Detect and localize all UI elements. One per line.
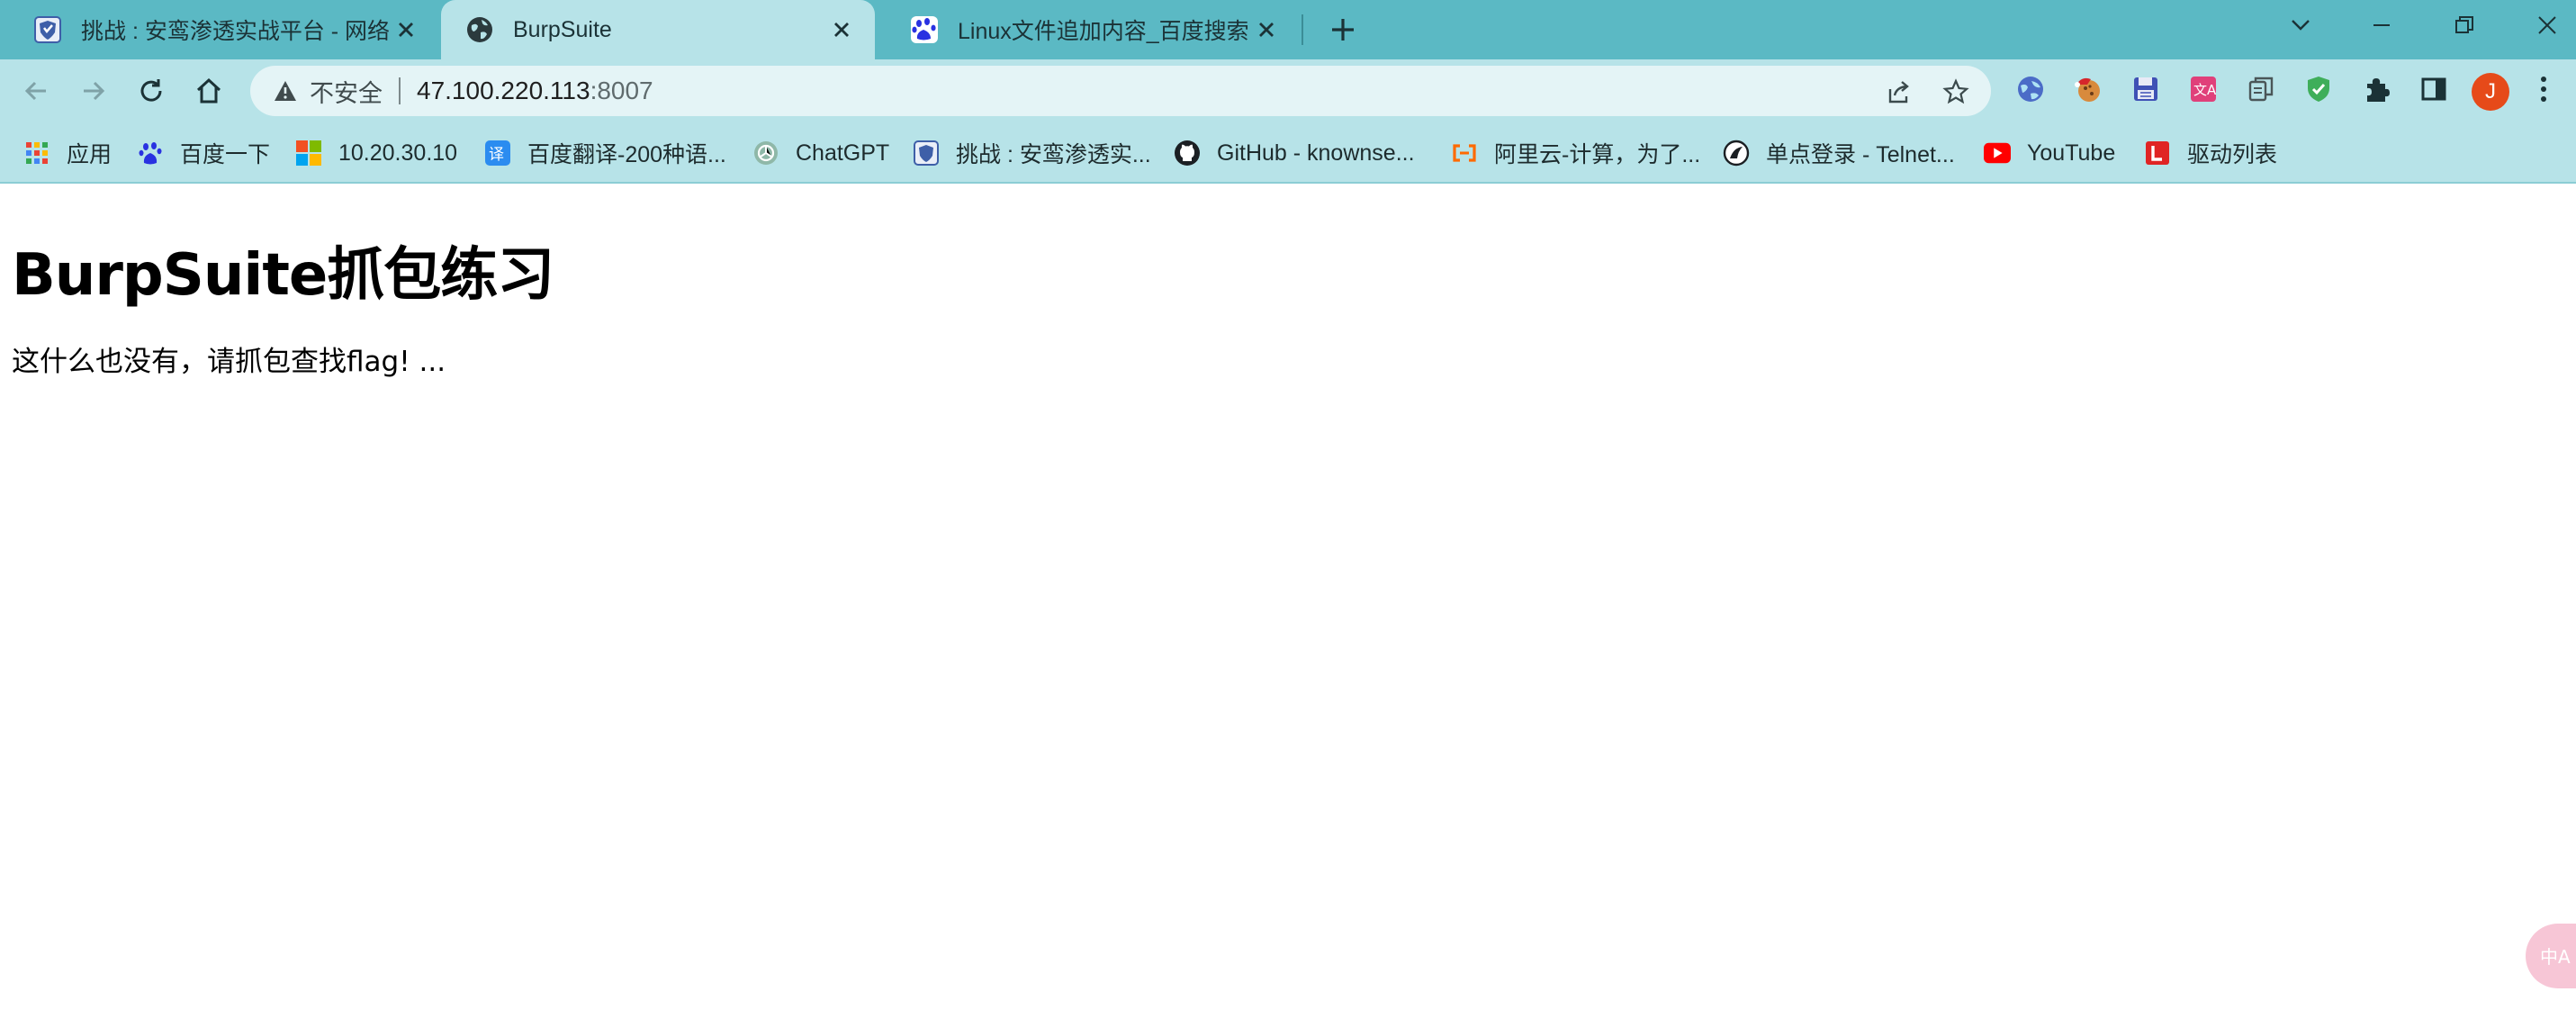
bookmark-aliyun[interactable]: 阿里云-计算，为了... — [1451, 135, 1700, 171]
svg-text:文A: 文A — [2193, 82, 2217, 98]
cookie-extension-icon[interactable] — [2070, 71, 2106, 107]
arrow-right-icon — [84, 81, 105, 101]
apps-grid-icon — [23, 140, 50, 167]
profile-avatar[interactable]: J — [2472, 73, 2509, 111]
tab-title: BurpSuite — [513, 16, 612, 42]
menu-kebab-icon[interactable] — [2526, 71, 2562, 107]
bookmark-anluan[interactable]: 挑战 : 安鸾渗透实... — [913, 135, 1151, 171]
translate-extension-icon[interactable]: 文A — [2185, 71, 2221, 107]
baidu-icon — [137, 140, 164, 167]
reload-icon — [140, 79, 162, 102]
chatgpt-icon — [752, 140, 779, 167]
puzzle-extensions-icon[interactable] — [2358, 71, 2394, 107]
bookmark-label: 百度一下 — [180, 142, 271, 167]
bookmark-chatgpt[interactable]: ChatGPT — [752, 135, 889, 171]
youtube-icon — [1984, 140, 2011, 167]
close-tab-icon[interactable] — [391, 14, 421, 45]
bookmark-label: 单点登录 - Telnet... — [1766, 142, 1955, 167]
tab-title: 挑战 : 安鸾渗透实战平台 - 网络安 — [81, 19, 391, 44]
bookmark-youtube[interactable]: YouTube — [1984, 135, 2115, 171]
bookmark-label: 挑战 : 安鸾渗透实... — [956, 142, 1151, 167]
bookmark-label: 驱动列表 — [2187, 142, 2278, 167]
tab-separator — [1302, 14, 1303, 45]
bookmark-label: 应用 — [67, 142, 113, 167]
tab-burpsuite[interactable]: BurpSuite — [441, 0, 875, 59]
side-panel-icon[interactable] — [2416, 71, 2452, 107]
tab-strip: 挑战 : 安鸾渗透实战平台 - 网络安 BurpSuite Linux文件追加内… — [0, 0, 2576, 59]
url-host[interactable]: 47.100.220.113 — [417, 77, 590, 105]
bookmark-10-20-30-10[interactable]: 10.20.30.10 — [295, 135, 457, 171]
arrow-left-icon — [24, 81, 46, 101]
address-bar[interactable]: 不安全 47.100.220.113 :8007 — [250, 66, 1991, 116]
new-tab-button[interactable] — [1323, 13, 1363, 47]
home-icon — [196, 77, 221, 104]
svg-text:中A: 中A — [2540, 946, 2571, 968]
omnibox-divider — [399, 77, 401, 104]
driver-list-icon — [2144, 140, 2171, 167]
bookmark-label: GitHub - knownse... — [1217, 140, 1415, 166]
bookmark-github[interactable]: GitHub - knownse... — [1174, 135, 1415, 171]
bookmark-label: 阿里云-计算，为了... — [1494, 142, 1701, 167]
page-content: BurpSuite抓包练习 这什么也没有，请抓包查找flag! ... — [0, 184, 2576, 1010]
bookmark-baidu-translate[interactable]: 译 百度翻译-200种语... — [484, 135, 726, 171]
restore-button[interactable] — [2436, 0, 2493, 50]
url-port[interactable]: :8007 — [590, 77, 653, 105]
minimize-icon — [2373, 24, 2390, 26]
globe-favicon-icon — [467, 17, 492, 42]
tab-title: Linux文件追加内容_百度搜索 — [958, 19, 1249, 44]
page-heading: BurpSuite抓包练习 — [12, 242, 554, 309]
bookmark-label: 百度翻译-200种语... — [527, 142, 726, 167]
close-icon — [2538, 16, 2556, 34]
telnet-icon — [1723, 140, 1750, 167]
shield-icon — [913, 140, 940, 167]
back-button[interactable] — [16, 71, 56, 111]
baidu-favicon-icon — [911, 16, 938, 43]
restore-icon — [2455, 16, 2473, 33]
chevron-down-icon — [2292, 20, 2310, 31]
forward-button[interactable] — [74, 71, 113, 111]
tab-search-button[interactable] — [2272, 0, 2329, 50]
tab-anluan-challenge[interactable]: 挑战 : 安鸾渗透实战平台 - 网络安 — [0, 0, 439, 59]
bookmark-label: ChatGPT — [796, 140, 890, 166]
close-window-button[interactable] — [2518, 0, 2576, 50]
reload-button[interactable] — [131, 71, 171, 111]
bookmark-label: YouTube — [2027, 140, 2116, 166]
warning-icon[interactable] — [272, 77, 299, 104]
windows-icon — [295, 140, 322, 167]
not-secure-label[interactable]: 不安全 — [310, 74, 383, 109]
minimize-button[interactable] — [2353, 0, 2410, 50]
share-icon[interactable] — [1883, 77, 1914, 107]
plus-icon — [1332, 19, 1354, 41]
copy-extension-icon[interactable] — [2243, 71, 2279, 107]
home-button[interactable] — [189, 71, 229, 111]
bookmark-telnet-sso[interactable]: 单点登录 - Telnet... — [1723, 135, 1955, 171]
close-tab-icon[interactable] — [1251, 14, 1282, 45]
tab-linux-search[interactable]: Linux文件追加内容_百度搜索 — [877, 0, 1300, 59]
bookmark-apps[interactable]: 应用 — [23, 135, 112, 171]
translate-icon: 译 — [484, 140, 511, 167]
github-icon — [1174, 140, 1201, 167]
page-body-text: 这什么也没有，请抓包查找flag! ... — [12, 346, 446, 378]
bookmark-driver-list[interactable]: 驱动列表 — [2144, 135, 2277, 171]
close-tab-icon[interactable] — [826, 14, 857, 45]
bookmark-star-icon[interactable] — [1941, 77, 1971, 107]
bookmarks-bar: 应用 百度一下 10.20.30.10 译 百度翻译-200种语... Chat… — [0, 122, 2576, 184]
bookmark-baidu[interactable]: 百度一下 — [137, 135, 270, 171]
svg-text:译: 译 — [489, 146, 504, 164]
save-extension-icon[interactable] — [2128, 71, 2164, 107]
shield-extension-icon[interactable] — [2301, 71, 2337, 107]
bookmark-label: 10.20.30.10 — [338, 140, 458, 166]
globe-extension-icon[interactable] — [2013, 71, 2049, 107]
aliyun-icon — [1451, 140, 1478, 167]
translate-bubble-icon: 中A — [2540, 946, 2571, 968]
shield-favicon-icon — [34, 16, 61, 43]
